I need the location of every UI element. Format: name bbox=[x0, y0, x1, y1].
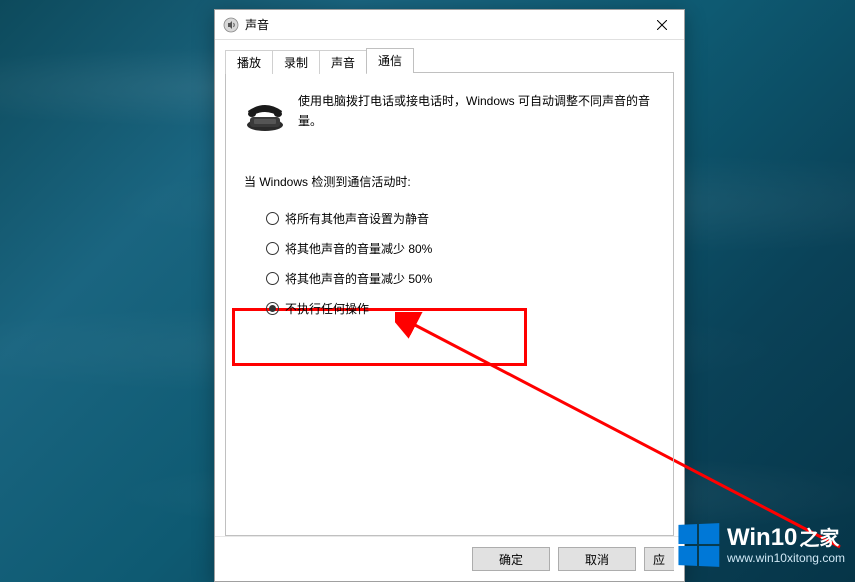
radio-icon bbox=[266, 302, 279, 315]
apply-button[interactable]: 应 bbox=[644, 547, 674, 571]
radio-label: 将所有其他声音设置为静音 bbox=[285, 210, 429, 227]
tab-recording[interactable]: 录制 bbox=[272, 50, 320, 74]
close-button[interactable] bbox=[639, 10, 684, 39]
cancel-button[interactable]: 取消 bbox=[558, 547, 636, 571]
tab-content: 使用电脑拨打电话或接电话时，Windows 可自动调整不同声音的音量。 当 Wi… bbox=[225, 72, 674, 536]
close-icon bbox=[657, 20, 667, 30]
section-label: 当 Windows 检测到通信活动时: bbox=[244, 173, 655, 190]
tab-area: 播放 录制 声音 通信 使用电脑拨打电话或接电话时，Windows 可自动调 bbox=[215, 40, 684, 536]
windows-logo-icon bbox=[678, 523, 719, 567]
window-title: 声音 bbox=[245, 16, 639, 33]
radio-do-nothing[interactable]: 不执行任何操作 bbox=[266, 300, 655, 317]
sound-dialog: 声音 播放 录制 声音 通信 bbox=[214, 9, 685, 582]
watermark-brand-zh: 之家 bbox=[799, 528, 839, 550]
dialog-button-row: 确定 取消 应 bbox=[215, 536, 684, 581]
tab-sounds[interactable]: 声音 bbox=[319, 50, 367, 74]
watermark: Win10 之家 www.win10xitong.com bbox=[677, 524, 845, 566]
watermark-brand-en: Win10 bbox=[727, 525, 797, 551]
tab-strip: 播放 录制 声音 通信 bbox=[225, 48, 674, 72]
description-text: 使用电脑拨打电话或接电话时，Windows 可自动调整不同声音的音量。 bbox=[298, 91, 655, 133]
radio-icon bbox=[266, 272, 279, 285]
radio-group: 将所有其他声音设置为静音 将其他声音的音量减少 80% 将其他声音的音量减少 5… bbox=[244, 210, 655, 317]
description-row: 使用电脑拨打电话或接电话时，Windows 可自动调整不同声音的音量。 bbox=[244, 91, 655, 133]
tab-communications[interactable]: 通信 bbox=[366, 48, 414, 73]
radio-label: 不执行任何操作 bbox=[285, 300, 369, 317]
radio-icon bbox=[266, 242, 279, 255]
radio-reduce-80[interactable]: 将其他声音的音量减少 80% bbox=[266, 240, 655, 257]
titlebar: 声音 bbox=[215, 10, 684, 40]
tab-playback[interactable]: 播放 bbox=[225, 50, 273, 74]
radio-label: 将其他声音的音量减少 50% bbox=[285, 270, 432, 287]
radio-reduce-50[interactable]: 将其他声音的音量减少 50% bbox=[266, 270, 655, 287]
watermark-text: Win10 之家 www.win10xitong.com bbox=[727, 525, 845, 565]
sound-app-icon bbox=[223, 17, 239, 33]
ok-button[interactable]: 确定 bbox=[472, 547, 550, 571]
phone-icon bbox=[244, 91, 286, 133]
watermark-url: www.win10xitong.com bbox=[727, 552, 845, 565]
radio-mute-all[interactable]: 将所有其他声音设置为静音 bbox=[266, 210, 655, 227]
radio-label: 将其他声音的音量减少 80% bbox=[285, 240, 432, 257]
radio-icon bbox=[266, 212, 279, 225]
